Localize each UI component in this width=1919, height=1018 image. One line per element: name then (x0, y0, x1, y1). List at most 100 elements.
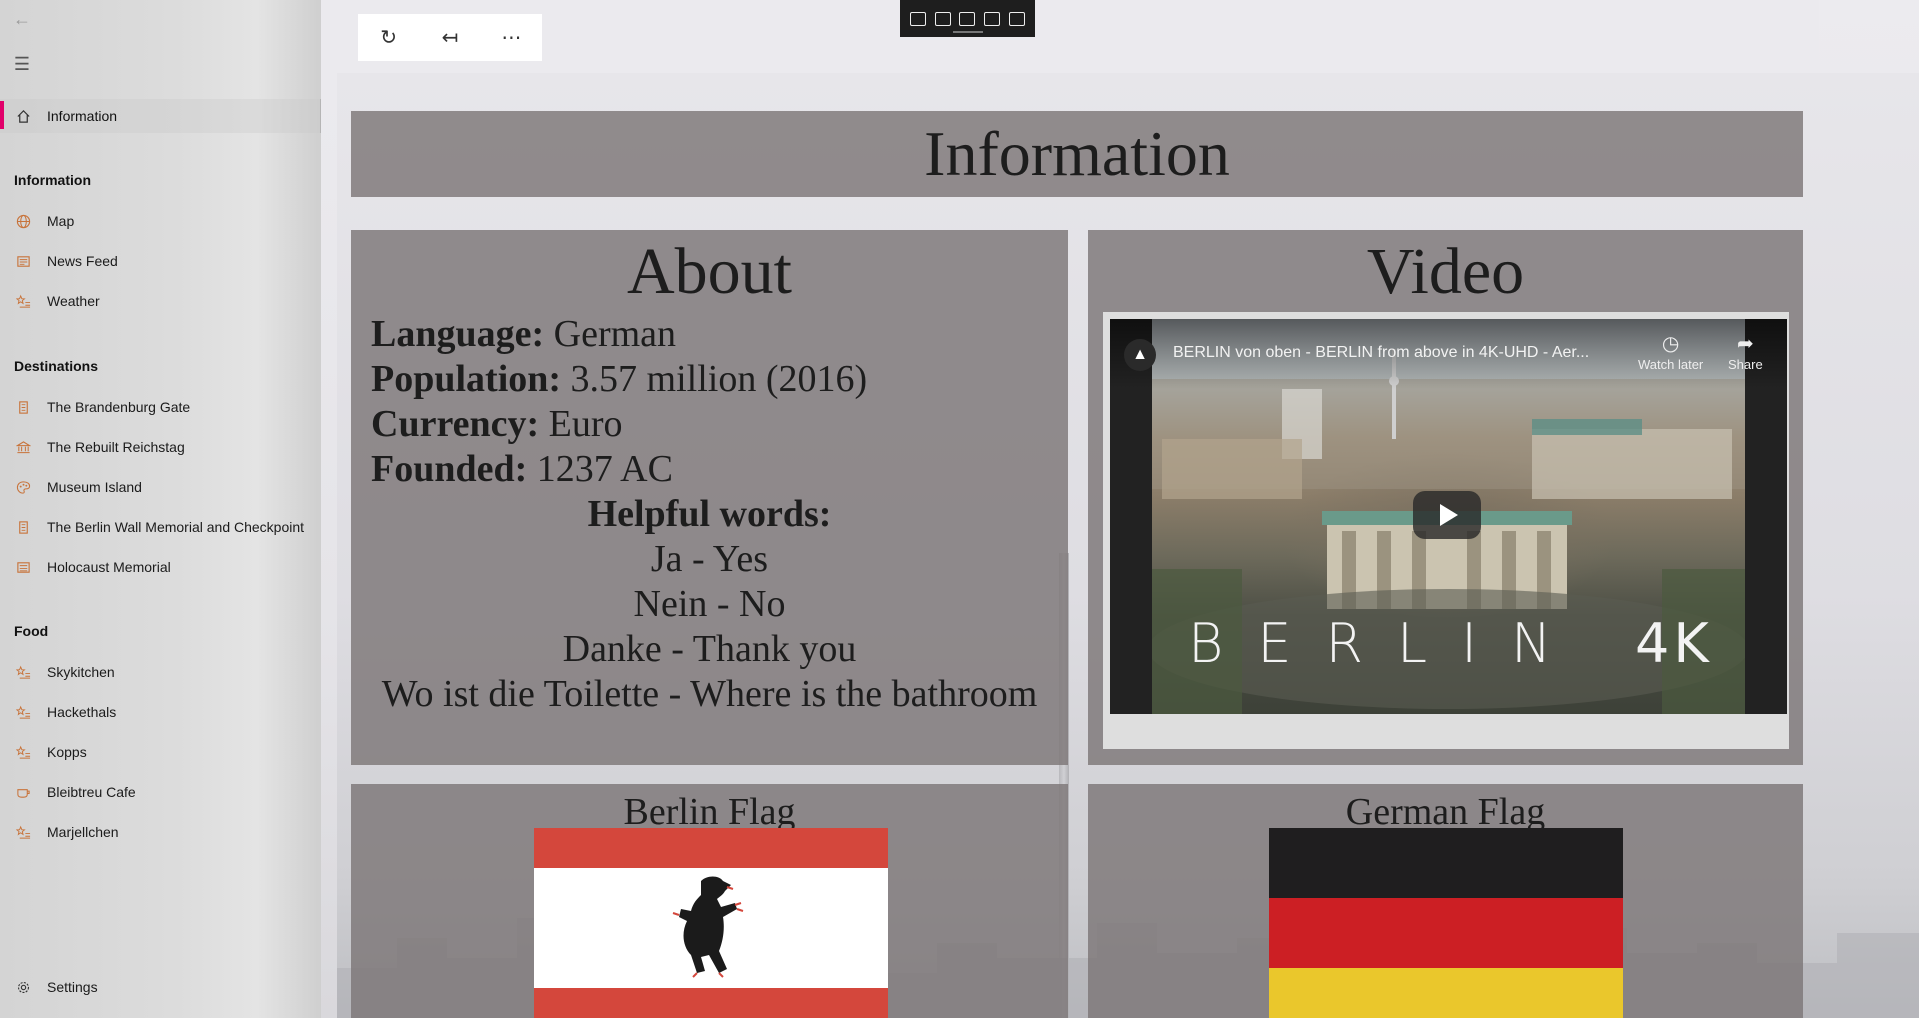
video-heading: Video (1366, 235, 1525, 308)
palette-icon (0, 480, 47, 495)
nav-item-label: Hackethals (47, 704, 117, 720)
fact-value: 3.57 million (2016) (561, 358, 868, 400)
nav-item-museum-island[interactable]: Museum Island (0, 470, 320, 504)
gear-icon (0, 980, 47, 995)
live-tree-icon[interactable] (910, 11, 927, 26)
section-header-information: Information (14, 172, 91, 188)
nav-item-kopps[interactable]: Kopps (0, 735, 320, 769)
flag-stripe-red (1269, 898, 1623, 968)
star-list-icon (0, 825, 47, 840)
hamburger-menu-icon[interactable]: ☰ (10, 52, 34, 76)
cafe-icon (0, 785, 47, 800)
bank-icon (0, 440, 47, 455)
video-overlay-suffix: 4K (1635, 612, 1713, 675)
nav-item-map[interactable]: Map (0, 204, 320, 238)
nav-item-bleibtreu-cafe[interactable]: Bleibtreu Cafe (0, 775, 320, 809)
fact-value: 1237 AC (527, 448, 673, 490)
fact-founded: Founded: 1237 AC (371, 447, 673, 491)
about-heading: About (627, 235, 792, 308)
play-icon (1440, 504, 1458, 526)
nav-item-holocaust-memorial[interactable]: Holocaust Memorial (0, 550, 320, 584)
back-arrow-icon[interactable]: ← (10, 7, 34, 31)
phrase-item: Wo ist die Toilette - Where is the bathr… (381, 673, 1038, 715)
nav-item-label: The Rebuilt Reichstag (47, 439, 185, 455)
title-panel: Information (351, 111, 1803, 197)
debug-toolbar (900, 0, 1035, 37)
fact-label: Currency: (371, 403, 540, 445)
nav-item-label: Information (47, 108, 118, 124)
layout-adorner-icon[interactable] (959, 11, 976, 26)
berlin-flag-image (534, 828, 888, 1018)
track-focus-icon[interactable] (984, 11, 1001, 26)
fact-label: Population: (371, 358, 562, 400)
nav-item-skykitchen[interactable]: Skykitchen (0, 655, 320, 689)
video-embed-frame: ▲ BERLIN von oben - BERLIN from above in… (1103, 312, 1789, 749)
nav-item-label: The Berlin Wall Memorial and Checkpoint (47, 519, 305, 535)
fact-label: Language: (371, 313, 545, 355)
flag-stripe-gold (1269, 968, 1623, 1018)
phrase-item: Ja - Yes (650, 538, 769, 580)
navigation-pane: ← ☰ Information Information Map News Fee… (0, 0, 321, 1018)
more-icon[interactable]: ⋯ (491, 25, 531, 50)
nav-item-label: Kopps (47, 744, 87, 760)
flag-stripe-bottom (534, 988, 888, 1018)
fact-population: Population: 3.57 million (2016) (371, 357, 867, 401)
video-player[interactable]: ▲ BERLIN von oben - BERLIN from above in… (1110, 319, 1787, 714)
top-bar (321, 0, 1819, 72)
page-title: Information (924, 118, 1230, 189)
share-button[interactable]: ➦ Share (1728, 331, 1763, 372)
watch-later-button[interactable]: ◷ Watch later (1638, 331, 1703, 372)
drag-handle[interactable] (953, 31, 983, 33)
star-list-icon (0, 294, 47, 309)
hot-reload-icon[interactable] (1008, 11, 1025, 26)
phrase-item: Danke - Thank you (562, 628, 857, 670)
german-flag-panel: German Flag (1088, 784, 1803, 1018)
about-panel: About Language: German Population: 3.57 … (351, 230, 1068, 765)
news-icon (0, 254, 47, 269)
watch-later-label: Watch later (1638, 357, 1704, 372)
helpful-words-heading: Helpful words: (587, 493, 832, 535)
nav-item-label: Weather (47, 293, 100, 309)
select-element-icon[interactable] (934, 11, 951, 26)
nav-item-reichstag[interactable]: The Rebuilt Reichstag (0, 430, 320, 464)
german-flag-image (1269, 828, 1623, 1018)
nav-item-label: Museum Island (47, 479, 142, 495)
video-panel: Video ▲ BERLIN von oben - BERLIN from ab… (1088, 230, 1803, 765)
share-icon: ➦ (1736, 333, 1754, 355)
star-list-icon (0, 745, 47, 760)
nav-item-berlin-wall-memorial[interactable]: The Berlin Wall Memorial and Checkpoint (0, 510, 320, 544)
nav-item-weather[interactable]: Weather (0, 284, 320, 318)
phrase-item: Nein - No (633, 583, 786, 625)
nav-item-marjellchen[interactable]: Marjellchen (0, 815, 320, 849)
selection-indicator (0, 101, 4, 129)
channel-avatar-icon[interactable]: ▲ (1124, 339, 1156, 371)
building-icon (0, 400, 47, 415)
back-arrow-icon[interactable]: ↤ (430, 25, 470, 50)
nav-item-label: Marjellchen (47, 824, 119, 840)
fact-currency: Currency: Euro (371, 402, 623, 446)
nav-item-news-feed[interactable]: News Feed (0, 244, 320, 278)
play-button[interactable] (1413, 491, 1481, 539)
fact-value: Euro (539, 403, 623, 445)
clock-icon: ◷ (1661, 333, 1680, 355)
nav-item-label: Holocaust Memorial (47, 559, 171, 575)
globe-icon (0, 214, 47, 229)
nav-item-settings[interactable]: Settings (0, 970, 320, 1004)
star-list-icon (0, 665, 47, 680)
flag-stripe-black (1269, 828, 1623, 898)
refresh-icon[interactable]: ↻ (369, 25, 409, 50)
section-header-destinations: Destinations (14, 358, 99, 374)
bear-icon (672, 876, 744, 978)
nav-item-information[interactable]: Information (0, 99, 321, 133)
nav-item-label: Map (47, 213, 75, 229)
home-icon (0, 109, 47, 124)
toolbar: ↻ ↤ ⋯ (358, 14, 542, 61)
share-label: Share (1728, 357, 1763, 372)
section-header-food: Food (14, 623, 49, 639)
video-title[interactable]: BERLIN von oben - BERLIN from above in 4… (1173, 344, 1589, 362)
nav-item-hackethals[interactable]: Hackethals (0, 695, 320, 729)
nav-item-label: Skykitchen (47, 664, 115, 680)
nav-item-brandenburg-gate[interactable]: The Brandenburg Gate (0, 390, 320, 424)
fact-language: Language: German (371, 312, 676, 356)
settings-label: Settings (47, 979, 98, 995)
